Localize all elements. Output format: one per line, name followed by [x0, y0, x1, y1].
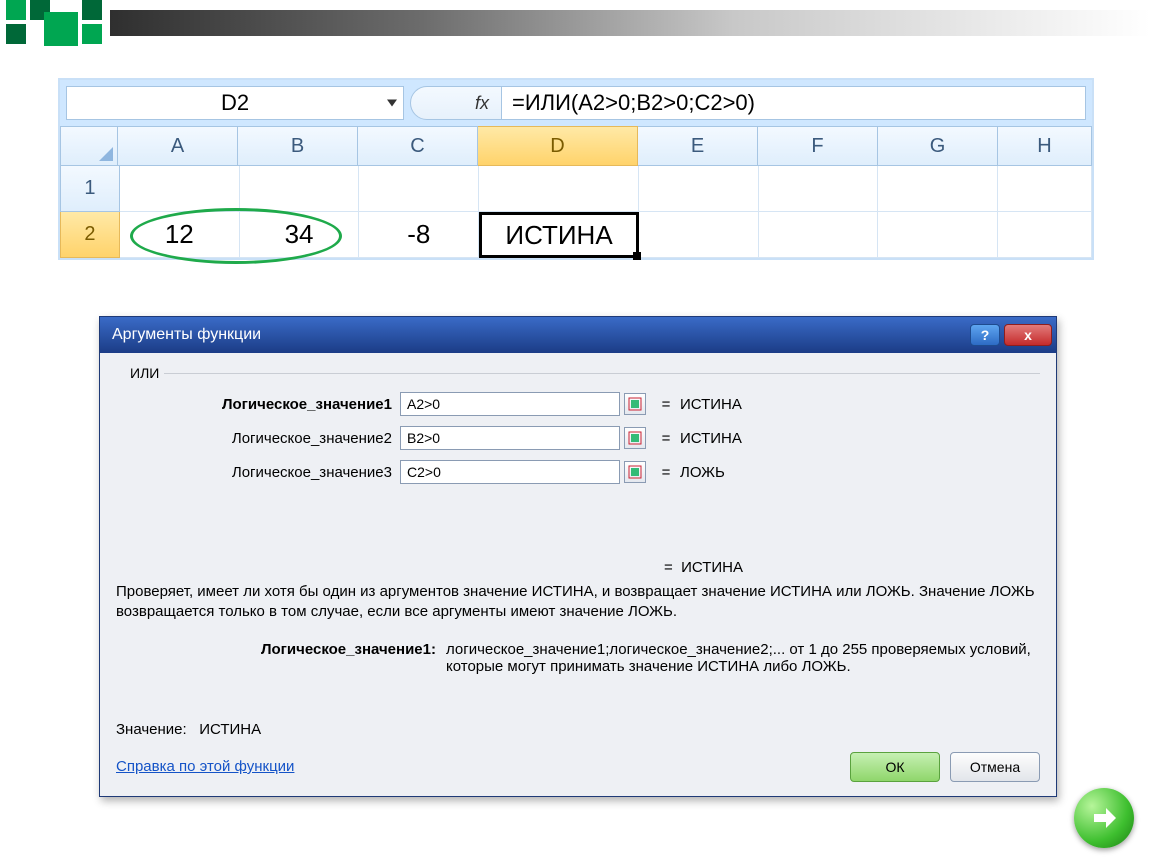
range-select-icon[interactable]	[624, 461, 646, 483]
column-header-A[interactable]: A	[118, 126, 238, 166]
fx-label: fx	[475, 93, 489, 114]
help-link[interactable]: Справка по этой функции	[116, 758, 294, 775]
cell-D2[interactable]: ИСТИНА	[479, 212, 639, 258]
column-header-B[interactable]: B	[238, 126, 358, 166]
name-box-value: D2	[221, 90, 249, 116]
arg-desc-label: Логическое_значение1:	[116, 641, 446, 675]
close-button[interactable]: x	[1004, 324, 1052, 346]
cell-H2[interactable]	[998, 212, 1092, 258]
row-header-1[interactable]: 1	[60, 166, 120, 212]
select-all-cell[interactable]	[60, 126, 118, 166]
function-description: Проверяет, имеет ли хотя бы один из аргу…	[116, 582, 1040, 623]
chevron-down-icon[interactable]	[387, 100, 397, 107]
grid-body: 1 2 1234-8ИСТИНА	[60, 166, 1092, 258]
function-arguments-dialog: Аргументы функции ? x ИЛИ Логическое_зна…	[99, 316, 1057, 797]
arg-result: ИСТИНА	[680, 396, 742, 413]
cell-B2[interactable]: 34	[240, 212, 360, 258]
column-headers: ABCDEFGH	[60, 126, 1092, 166]
column-header-G[interactable]: G	[878, 126, 998, 166]
value-line: Значение: ИСТИНА	[116, 721, 1040, 738]
slide-decoration	[0, 0, 1150, 48]
cell-F1[interactable]	[759, 166, 879, 212]
cell-H1[interactable]	[998, 166, 1092, 212]
cell-B1[interactable]	[240, 166, 360, 212]
argument-list: Логическое_значение1=ИСТИНАЛогическое_зн…	[116, 381, 1040, 499]
cell-C2[interactable]: -8	[359, 212, 479, 258]
cell-C1[interactable]	[359, 166, 479, 212]
cancel-button[interactable]: Отмена	[950, 752, 1040, 782]
arg-label: Логическое_значение1	[116, 396, 400, 413]
arg-row-2: Логическое_значение2=ИСТИНА	[116, 421, 1040, 455]
cell-F2[interactable]	[759, 212, 879, 258]
excel-window: D2 fx =ИЛИ(A2>0;B2>0;C2>0) ABCDEFGH 1 2 …	[58, 78, 1094, 260]
row-2: 2 1234-8ИСТИНА	[60, 212, 1092, 258]
range-select-icon[interactable]	[624, 427, 646, 449]
formula-bar: D2 fx =ИЛИ(A2>0;B2>0;C2>0)	[60, 80, 1092, 126]
arg-input-1[interactable]	[400, 392, 620, 416]
cell-G2[interactable]	[878, 212, 998, 258]
name-box[interactable]: D2	[66, 86, 404, 120]
formula-text: =ИЛИ(A2>0;B2>0;C2>0)	[512, 90, 755, 116]
range-select-icon[interactable]	[624, 393, 646, 415]
arg-row-3: Логическое_значение3=ЛОЖЬ	[116, 455, 1040, 489]
column-header-F[interactable]: F	[758, 126, 878, 166]
dialog-titlebar[interactable]: Аргументы функции ? x	[100, 317, 1056, 353]
dialog-title: Аргументы функции	[112, 326, 261, 344]
arg-desc-text: логическое_значение1;логическое_значение…	[446, 641, 1040, 675]
arg-label: Логическое_значение3	[116, 464, 400, 481]
ok-button[interactable]: ОК	[850, 752, 940, 782]
cell-D1[interactable]	[479, 166, 639, 212]
function-name: ИЛИ	[126, 365, 163, 381]
next-slide-button[interactable]	[1074, 788, 1134, 848]
cell-A1[interactable]	[120, 166, 240, 212]
row-header-2[interactable]: 2	[60, 212, 120, 258]
arg-result: ЛОЖЬ	[680, 464, 725, 481]
column-header-D[interactable]: D	[478, 126, 638, 166]
arg-label: Логическое_значение2	[116, 430, 400, 447]
help-button[interactable]: ?	[970, 324, 1000, 346]
arg-row-1: Логическое_значение1=ИСТИНА	[116, 387, 1040, 421]
insert-function-button[interactable]: fx	[410, 86, 502, 120]
arg-result: ИСТИНА	[680, 430, 742, 447]
formula-input[interactable]: =ИЛИ(A2>0;B2>0;C2>0)	[502, 86, 1086, 120]
cell-E2[interactable]	[639, 212, 759, 258]
function-group-label: ИЛИ	[116, 365, 1040, 375]
argument-description: Логическое_значение1: логическое_значени…	[116, 641, 1040, 675]
cell-E1[interactable]	[639, 166, 759, 212]
arg-input-2[interactable]	[400, 426, 620, 450]
column-header-E[interactable]: E	[638, 126, 758, 166]
arg-input-3[interactable]	[400, 460, 620, 484]
overall-result: = ИСТИНА	[116, 559, 1040, 576]
cell-G1[interactable]	[878, 166, 998, 212]
column-header-C[interactable]: C	[358, 126, 478, 166]
row-1: 1	[60, 166, 1092, 212]
cell-A2[interactable]: 12	[120, 212, 240, 258]
arrow-right-icon	[1090, 804, 1118, 832]
column-header-H[interactable]: H	[998, 126, 1092, 166]
